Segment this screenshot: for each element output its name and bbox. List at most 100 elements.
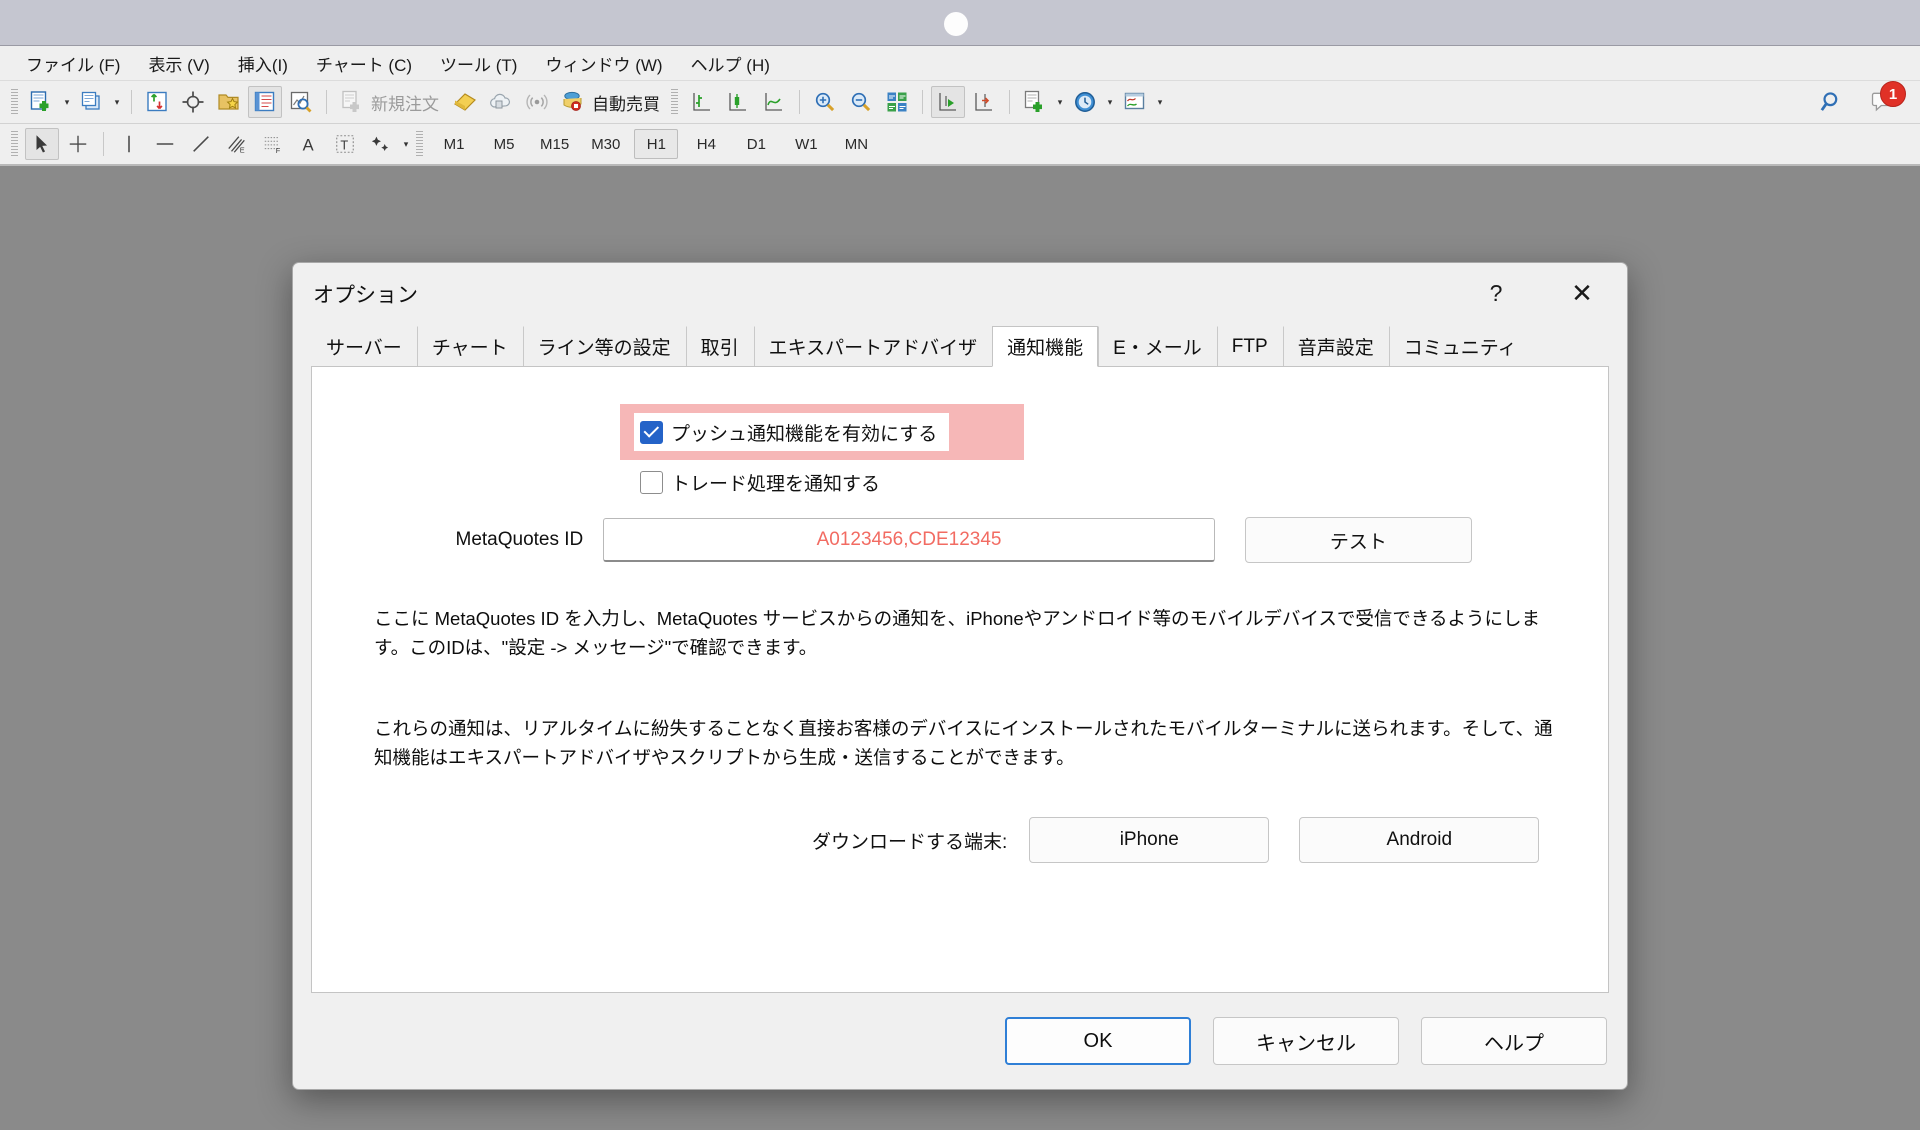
menu-view[interactable]: 表示 (V) — [134, 47, 223, 80]
screen-root: ファイル (F) 表示 (V) 挿入(I) チャート (C) ツール (T) ウ… — [0, 0, 1920, 1130]
new-chart-dropdown-icon[interactable]: ▾ — [60, 86, 74, 118]
toolbar-grip[interactable] — [11, 89, 18, 115]
market-watch-icon[interactable] — [140, 86, 174, 118]
tile-windows-icon[interactable] — [880, 86, 914, 118]
dialog-tab-strip: サーバー チャート ライン等の設定 取引 エキスパートアドバイザ 通知機能 E・… — [311, 325, 1609, 367]
auto-scroll-icon[interactable] — [931, 86, 965, 118]
shapes-dropdown-icon[interactable]: ▾ — [399, 128, 413, 160]
tab-charts[interactable]: チャート — [416, 326, 523, 366]
metaquotes-id-input[interactable] — [603, 518, 1215, 562]
timeframe-m15[interactable]: M15 — [532, 129, 577, 159]
candlestick-chart-icon[interactable] — [721, 86, 755, 118]
indicators-icon[interactable] — [1018, 86, 1052, 118]
templates-dropdown-icon[interactable]: ▾ — [1153, 86, 1167, 118]
menu-insert[interactable]: 挿入(I) — [224, 47, 302, 80]
menu-file[interactable]: ファイル (F) — [12, 47, 134, 80]
toolbar-separator — [131, 90, 132, 114]
tab-server[interactable]: サーバー — [311, 326, 417, 366]
download-iphone-button[interactable]: iPhone — [1029, 817, 1270, 863]
profiles-dropdown-icon[interactable]: ▾ — [110, 86, 124, 118]
signals-icon[interactable] — [520, 86, 554, 118]
new-order-icon[interactable] — [335, 86, 369, 118]
new-chart-icon[interactable] — [25, 86, 59, 118]
text-icon[interactable]: A — [292, 128, 326, 160]
navigator-icon[interactable] — [212, 86, 246, 118]
dialog-title: オプション — [313, 284, 418, 307]
download-row: ダウンロードする端末: iPhone Android — [812, 817, 1540, 863]
autotrading-label[interactable]: 自動売買 — [592, 90, 660, 115]
menu-charts[interactable]: チャート (C) — [302, 47, 426, 80]
search-icon[interactable] — [1815, 86, 1849, 118]
profiles-icon[interactable] — [75, 86, 109, 118]
zoom-in-icon[interactable] — [808, 86, 842, 118]
periods-clock-icon[interactable] — [1068, 86, 1102, 118]
ok-button[interactable]: OK — [1005, 1017, 1191, 1065]
bar-chart-icon[interactable] — [685, 86, 719, 118]
toolbar-separator — [922, 90, 923, 114]
dialog-footer: OK キャンセル ヘルプ — [293, 993, 1627, 1089]
toolbar-separator — [1009, 90, 1010, 114]
tab-ftp[interactable]: FTP — [1216, 326, 1283, 366]
toolbar-grip[interactable] — [671, 89, 678, 115]
timeframe-m1[interactable]: M1 — [432, 129, 476, 159]
notify-trade-checkbox[interactable] — [640, 471, 663, 494]
timeframe-m5[interactable]: M5 — [482, 129, 526, 159]
timeframe-mn[interactable]: MN — [834, 129, 878, 159]
toolbar-grip[interactable] — [416, 131, 423, 157]
dialog-title-bar: オプション ? ✕ — [293, 263, 1627, 325]
notify-trade-row[interactable]: トレード処理を通知する — [640, 469, 880, 496]
terminal-icon[interactable] — [248, 86, 282, 118]
help-button[interactable]: ヘルプ — [1421, 1017, 1607, 1065]
help-icon[interactable]: ? — [1473, 271, 1519, 315]
tab-notifications[interactable]: 通知機能 — [992, 326, 1099, 367]
enable-push-checkbox[interactable] — [640, 420, 663, 444]
menu-bar: ファイル (F) 表示 (V) 挿入(I) チャート (C) ツール (T) ウ… — [0, 46, 1920, 81]
timeframe-w1[interactable]: W1 — [784, 129, 828, 159]
cursor-arrow-icon[interactable] — [25, 128, 59, 160]
periods-dropdown-icon[interactable]: ▾ — [1103, 86, 1117, 118]
toolbar-grip[interactable] — [11, 131, 18, 157]
menu-help[interactable]: ヘルプ (H) — [677, 47, 784, 80]
toolbar-right-icons: 1 — [1814, 81, 1920, 118]
new-order-label[interactable]: 新規注文 — [371, 90, 439, 115]
fibonacci-retracement-icon[interactable]: F — [256, 128, 290, 160]
equidistant-channel-icon[interactable]: E — [220, 128, 254, 160]
metaeditor-icon[interactable] — [448, 86, 482, 118]
tab-community[interactable]: コミュニティ — [1388, 326, 1532, 366]
timeframe-h4[interactable]: H4 — [684, 129, 728, 159]
menu-window[interactable]: ウィンドウ (W) — [531, 47, 676, 80]
standard-toolbar: ▾ ▾ 新規注文 自動売買 ▾ ▾ ▾ 1 — [0, 81, 1920, 124]
shapes-icon[interactable] — [364, 128, 398, 160]
virtual-hosting-icon[interactable] — [484, 86, 518, 118]
trendline-icon[interactable] — [184, 128, 218, 160]
tab-objects[interactable]: ライン等の設定 — [522, 326, 686, 366]
notify-trade-label: トレード処理を通知する — [671, 474, 881, 495]
download-android-button[interactable]: Android — [1299, 817, 1540, 863]
data-window-icon[interactable] — [176, 86, 210, 118]
crosshair-icon[interactable] — [61, 128, 95, 160]
templates-icon[interactable] — [1118, 86, 1152, 118]
tab-expert-advisors[interactable]: エキスパートアドバイザ — [753, 326, 993, 366]
timeframe-h1[interactable]: H1 — [634, 129, 679, 159]
vertical-line-icon[interactable] — [112, 128, 146, 160]
test-button[interactable]: テスト — [1244, 517, 1472, 563]
tab-email[interactable]: E・メール — [1098, 326, 1217, 366]
cancel-button[interactable]: キャンセル — [1213, 1017, 1399, 1065]
autotrading-icon[interactable] — [556, 86, 590, 118]
chart-shift-icon[interactable] — [967, 86, 1001, 118]
tab-events[interactable]: 音声設定 — [1282, 326, 1389, 366]
timeframe-d1[interactable]: D1 — [734, 129, 778, 159]
zoom-out-icon[interactable] — [844, 86, 878, 118]
camera-dot-icon — [944, 12, 968, 36]
close-icon[interactable]: ✕ — [1559, 271, 1605, 315]
menu-tools[interactable]: ツール (T) — [426, 47, 531, 80]
tab-trade[interactable]: 取引 — [685, 326, 754, 366]
text-label-icon[interactable]: T — [328, 128, 362, 160]
enable-push-row[interactable]: プッシュ通知機能を有効にする — [634, 413, 950, 451]
line-chart-icon[interactable] — [757, 86, 791, 118]
indicators-dropdown-icon[interactable]: ▾ — [1053, 86, 1067, 118]
strategy-tester-icon[interactable] — [284, 86, 318, 118]
horizontal-line-icon[interactable] — [148, 128, 182, 160]
notification-bubble-icon[interactable]: 1 — [1867, 81, 1906, 118]
timeframe-m30[interactable]: M30 — [583, 129, 628, 159]
